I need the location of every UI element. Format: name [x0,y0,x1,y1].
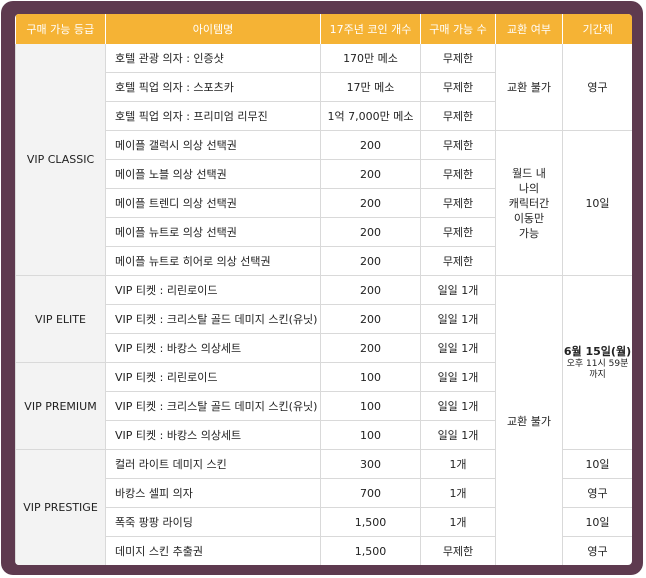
header-coins: 17주년 코인 개수 [320,14,421,44]
purchase-limit: 일일 1개 [420,275,496,305]
item-name: 메이플 뉴트로 히어로 의상 선택권 [105,246,321,276]
coin-count: 200 [320,275,421,305]
item-name: 메이플 갤럭시 의상 선택권 [105,130,321,160]
purchase-limit: 무제한 [420,188,496,218]
coin-count: 1,500 [320,507,421,537]
coin-count: 200 [320,188,421,218]
coin-count: 200 [320,304,421,334]
item-name: 호텔 픽업 의자 : 프리미엄 리무진 [105,101,321,131]
header-grade: 구매 가능 등급 [15,14,106,44]
item-name: 메이플 트렌디 의상 선택권 [105,188,321,218]
item-name: VIP 티켓 : 바캉스 의상세트 [105,333,321,363]
table-panel: 구매 가능 등급 아이템명 17주년 코인 개수 구매 가능 수 교환 여부 기… [15,14,632,565]
purchase-limit: 일일 1개 [420,391,496,421]
table-row: VIP ELITE VIP 티켓 : 리린로이드 200 일일 1개 교환 불가… [15,275,632,565]
purchase-limit: 무제한 [420,217,496,247]
purchase-limit: 무제한 [420,101,496,131]
exchange-note-line: 이동만 [513,211,545,225]
purchase-limit: 무제한 [420,130,496,160]
item-name: VIP 티켓 : 리린로이드 [105,275,321,305]
coin-count: 300 [320,449,421,479]
header-item: 아이템명 [105,14,321,44]
item-name: 바캉스 셀피 의자 [105,478,321,508]
purchase-limit: 무제한 [420,246,496,276]
tier-vip-elite: VIP ELITE [15,275,106,363]
item-name: 호텔 관광 의자 : 인증샷 [105,44,321,73]
purchase-limit: 1개 [420,449,496,479]
coin-count: 1억 7,000만 메소 [320,101,421,131]
coin-count: 1,500 [320,536,421,565]
period-value: 10일 [562,130,632,276]
shop-table: 구매 가능 등급 아이템명 17주년 코인 개수 구매 가능 수 교환 여부 기… [15,14,632,565]
tier-vip-premium: VIP PREMIUM [15,362,106,450]
exchange-note-line: 월드 내 [512,166,546,180]
item-name: VIP 티켓 : 크리스탈 골드 데미지 스킨(유닛) [105,304,321,334]
coin-count: 17만 메소 [320,72,421,102]
item-name: 호텔 픽업 의자 : 스포츠카 [105,72,321,102]
purchase-limit: 무제한 [420,159,496,189]
exchange-note-line: 나의 [518,181,540,195]
period-deadline: 6월 15일(월) 오후 11시 59분 까지 [562,275,632,450]
coin-count: 200 [320,159,421,189]
deadline-date: 6월 15일(월) [563,344,632,358]
purchase-limit: 1개 [420,507,496,537]
item-name: 폭죽 팡팡 라이딩 [105,507,321,537]
purchase-limit: 일일 1개 [420,304,496,334]
item-name: 메이플 뉴트로 의상 선택권 [105,217,321,247]
header-row: 구매 가능 등급 아이템명 17주년 코인 개수 구매 가능 수 교환 여부 기… [15,14,632,44]
exchange-note-line: 가능 [518,226,540,240]
purchase-limit: 무제한 [420,44,496,73]
purchase-limit: 무제한 [420,536,496,565]
header-period: 기간제 [562,14,632,44]
item-name: 컬러 라이트 데미지 스킨 [105,449,321,479]
purchase-limit: 1개 [420,478,496,508]
coin-count: 700 [320,478,421,508]
item-name: VIP 티켓 : 리린로이드 [105,362,321,392]
period-value: 영구 [562,44,632,131]
period-value: 영구 [562,478,632,508]
coin-count: 100 [320,420,421,450]
tier-vip-prestige: VIP PRESTIGE [15,449,106,565]
deadline-until: 까지 [589,369,606,380]
deadline-time: 오후 11시 59분 [566,358,629,369]
period-value: 10일 [562,507,632,537]
coin-count: 200 [320,333,421,363]
item-name: 데미지 스킨 추출권 [105,536,321,565]
exchange-note-line: 캐릭터간 [508,196,550,210]
outer-frame: 구매 가능 등급 아이템명 17주년 코인 개수 구매 가능 수 교환 여부 기… [1,1,643,575]
header-limit: 구매 가능 수 [420,14,496,44]
period-value: 10일 [562,449,632,479]
coin-count: 200 [320,217,421,247]
item-name: VIP 티켓 : 크리스탈 골드 데미지 스킨(유닛) [105,391,321,421]
exchange-status-world-only: 월드 내 나의 캐릭터간 이동만 가능 [495,130,563,276]
period-value: 영구 [562,536,632,565]
purchase-limit: 일일 1개 [420,333,496,363]
table-row: 메이플 갤럭시 의상 선택권 200 무제한 월드 내 나의 캐릭터간 이동만 … [16,130,632,276]
coin-count: 200 [320,130,421,160]
item-name: 메이플 노블 의상 선택권 [105,159,321,189]
table-row: VIP CLASSIC 호텔 관광 의자 : 인증샷 170만 메소 무제한 교… [15,44,632,276]
coin-count: 100 [320,362,421,392]
purchase-limit: 일일 1개 [420,420,496,450]
coin-count: 170만 메소 [320,44,421,73]
coin-count: 200 [320,246,421,276]
purchase-limit: 무제한 [420,72,496,102]
exchange-status: 교환 불가 [495,275,563,565]
coin-count: 100 [320,391,421,421]
purchase-limit: 일일 1개 [420,362,496,392]
header-exchange: 교환 여부 [495,14,563,44]
tier-vip-classic: VIP CLASSIC [15,44,106,276]
exchange-status: 교환 불가 [495,44,563,131]
item-name: VIP 티켓 : 바캉스 의상세트 [105,420,321,450]
